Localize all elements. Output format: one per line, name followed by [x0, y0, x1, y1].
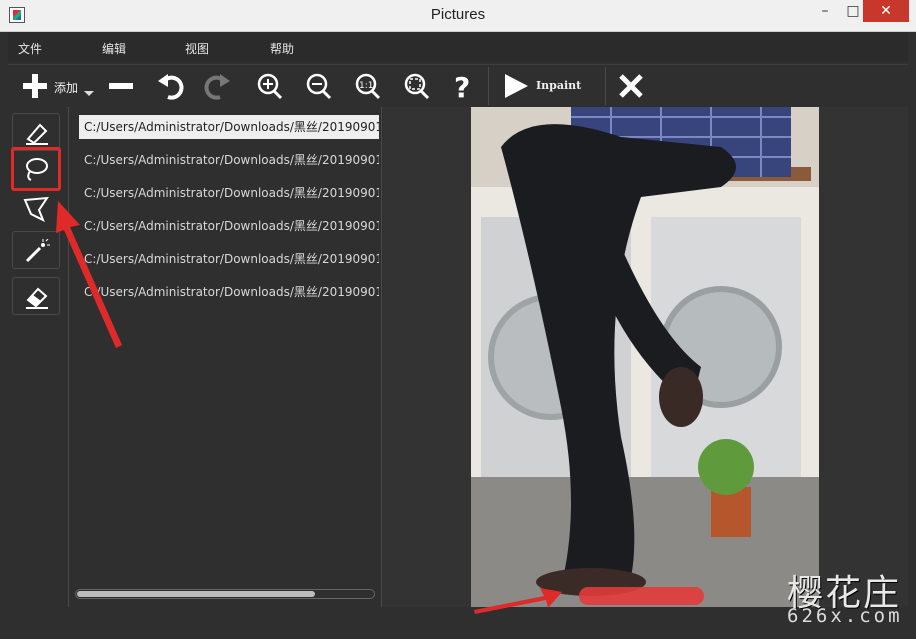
menu-bar: 文件 编辑 视图 帮助 — [8, 32, 908, 62]
polygon-lasso-icon — [23, 196, 49, 222]
watermark-mask — [579, 587, 704, 605]
magic-wand-icon — [25, 239, 50, 263]
site-watermark-url: 626x.com — [787, 605, 903, 627]
cancel-button[interactable] — [618, 71, 644, 101]
zoom-out-icon — [306, 73, 332, 100]
window-title: Pictures — [430, 6, 486, 23]
inpaint-label: Inpaint — [536, 79, 582, 92]
remove-button[interactable] — [108, 71, 134, 101]
svg-text:1:1: 1:1 — [359, 81, 373, 91]
image-canvas[interactable] — [383, 107, 908, 607]
svg-text:?: ? — [454, 71, 470, 101]
zoom-out-button[interactable] — [305, 71, 333, 101]
annotation-arrow-icon — [474, 588, 562, 614]
undo-button[interactable] — [156, 71, 184, 101]
horizontal-scrollbar[interactable] — [75, 589, 375, 599]
chevron-down-icon — [84, 91, 94, 96]
scrollbar-thumb[interactable] — [77, 591, 315, 597]
fit-icon — [404, 73, 430, 100]
annotation-arrow-icon — [56, 201, 122, 348]
toolbar-separator — [605, 67, 606, 105]
close-window-button[interactable]: ✕ — [863, 0, 909, 22]
title-bar: Pictures – □ ✕ — [0, 0, 916, 32]
menu-file[interactable]: 文件 — [18, 40, 42, 57]
minus-icon — [109, 83, 133, 89]
zoom-in-icon — [257, 73, 283, 100]
redo-icon — [204, 74, 230, 100]
minimize-button[interactable]: – — [810, 0, 840, 22]
close-icon — [619, 74, 643, 98]
tool-palette — [8, 107, 66, 607]
menu-help[interactable]: 帮助 — [270, 40, 294, 57]
lasso-icon — [26, 158, 48, 181]
undo-icon — [158, 74, 184, 100]
inpaint-button[interactable] — [502, 71, 530, 101]
plus-icon — [23, 74, 47, 98]
actual-size-icon: 1:1 — [355, 73, 381, 100]
help-button[interactable]: ? — [452, 71, 476, 101]
lasso-tool[interactable] — [11, 147, 61, 191]
help-icon: ? — [454, 71, 470, 101]
pen-tool-icon — [26, 123, 48, 145]
toolbar-separator — [488, 67, 489, 105]
photo-preview[interactable] — [471, 107, 819, 607]
toolbar: 添加 1:1 ? Inpaint — [8, 64, 908, 108]
list-item[interactable]: C:/Users/Administrator/Downloads/黑丝/2019… — [79, 115, 379, 139]
redo-button[interactable] — [204, 71, 232, 101]
file-list: C:/Users/Administrator/Downloads/黑丝/2019… — [68, 107, 382, 607]
zoom-in-button[interactable] — [256, 71, 284, 101]
marker-tool[interactable] — [12, 113, 60, 151]
list-item[interactable]: C:/Users/Administrator/Downloads/黑丝/2019… — [79, 148, 379, 172]
actual-size-button[interactable]: 1:1 — [354, 71, 382, 101]
menu-view[interactable]: 视图 — [185, 40, 209, 57]
fit-button[interactable] — [403, 71, 431, 101]
add-label: 添加 — [54, 81, 79, 95]
play-icon — [505, 74, 528, 98]
add-button[interactable] — [22, 71, 48, 101]
menu-edit[interactable]: 编辑 — [102, 40, 126, 57]
photo-image — [471, 107, 819, 607]
eraser-icon — [26, 287, 48, 309]
